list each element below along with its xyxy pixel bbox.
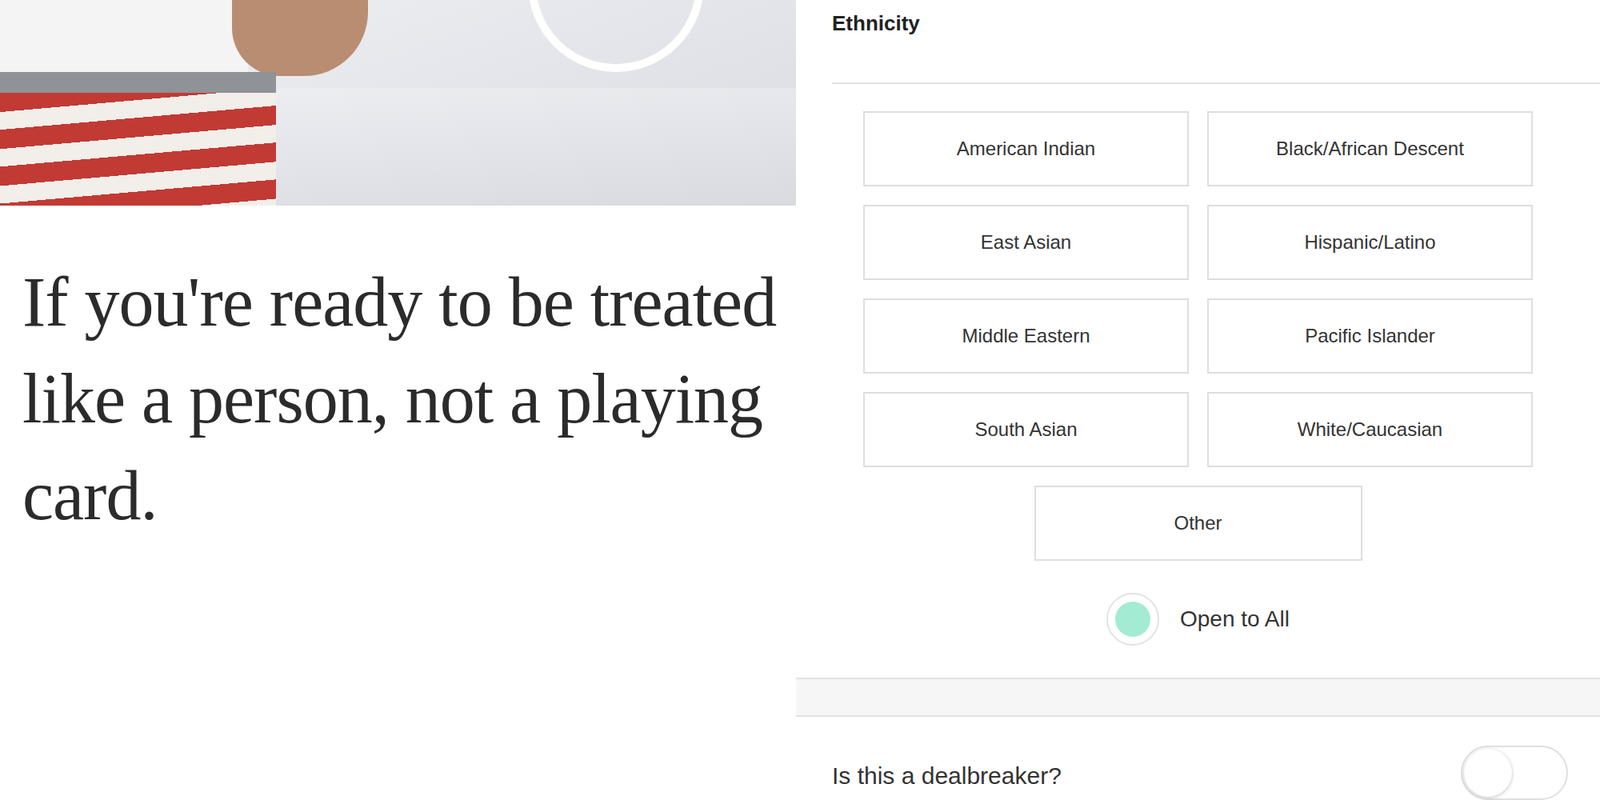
toggle-knob [1464,748,1512,797]
ethnicity-option[interactable]: Pacific Islander [1207,298,1533,374]
dealbreaker-row: Is this a dealbreaker? [796,716,1600,800]
dealbreaker-toggle[interactable] [1460,745,1568,800]
option-grid: American IndianBlack/African DescentEast… [863,111,1600,561]
ethnicity-option[interactable]: White/Caucasian [1207,392,1533,468]
arm [232,0,368,76]
ethnicity-option[interactable]: American Indian [863,111,1189,187]
headline: If you're ready to be treated like a per… [0,205,796,544]
striped-shorts [0,92,276,206]
ethnicity-option[interactable]: Hispanic/Latino [1207,204,1533,280]
open-to-all[interactable]: Open to All [863,591,1533,648]
dealbreaker-label: Is this a dealbreaker? [832,756,1062,790]
promo-panel: If you're ready to be treated like a per… [0,0,796,800]
filter-header: Ethnicity [832,0,1600,84]
bed-sheet [240,88,796,206]
radio-button[interactable] [1106,592,1160,646]
section-divider [796,677,1600,717]
filter-panel: Ethnicity American IndianBlack/African D… [796,0,1600,800]
ethnicity-option[interactable]: Other [1034,485,1363,561]
ethnicity-option[interactable]: Middle Eastern [863,298,1189,374]
open-to-all-label: Open to All [1180,606,1290,632]
ethnicity-option[interactable]: East Asian [863,204,1189,280]
radio-dot [1115,601,1151,637]
promo-photo [0,0,796,206]
ethnicity-option[interactable]: South Asian [863,392,1189,468]
ethnicity-option[interactable]: Black/African Descent [1207,111,1533,187]
waistband [0,72,276,93]
page: If you're ready to be treated like a per… [0,0,1600,800]
ring-icon [528,0,704,72]
filter-title: Ethnicity [832,11,920,36]
shirt [0,0,248,74]
